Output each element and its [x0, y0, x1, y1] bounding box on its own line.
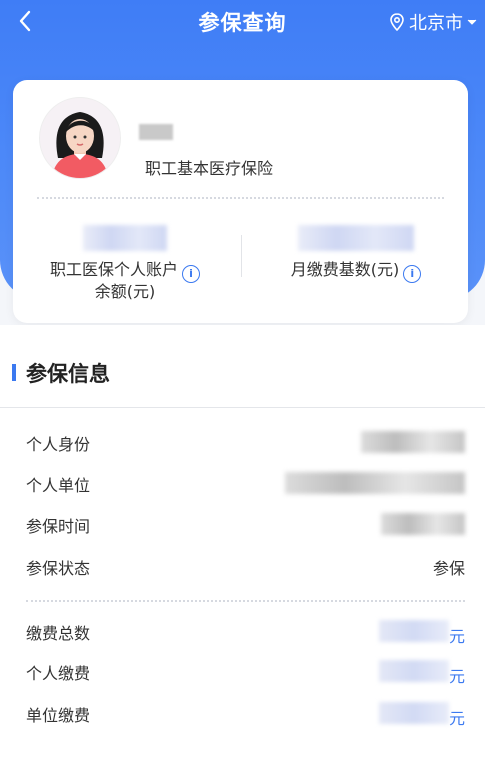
- payment-row-employer: 单位缴费 元: [26, 702, 465, 729]
- avatar-illustration: [40, 98, 120, 178]
- location-pin-icon: [390, 13, 404, 31]
- info-row-insured-date: 参保时间: [26, 513, 465, 537]
- top-bar: 参保查询 北京市: [0, 0, 485, 44]
- insured-date-value-redacted: [381, 513, 465, 539]
- avatar: [39, 97, 121, 179]
- info-icon[interactable]: i: [182, 265, 200, 283]
- total-payment-value: 元: [378, 620, 465, 647]
- account-balance-stat: 职工医保个人账户 i 余额(元): [25, 225, 225, 301]
- monthly-base-value-redacted: [298, 225, 414, 251]
- section-accent-bar: [12, 364, 16, 381]
- chevron-down-icon: [467, 19, 477, 25]
- divider: [26, 600, 465, 602]
- identity-value-redacted: [361, 431, 465, 457]
- info-row-status: 参保状态 参保: [26, 555, 465, 579]
- info-icon[interactable]: i: [403, 265, 422, 283]
- user-name-redacted: [139, 124, 173, 140]
- stat-divider: [241, 235, 242, 277]
- insurance-type: 职工基本医疗保险: [145, 159, 274, 178]
- payment-row-personal: 个人缴费 元: [26, 660, 465, 687]
- info-row-employer: 个人单位: [26, 472, 465, 496]
- monthly-base-label: 月缴费基数(元) i: [256, 261, 456, 283]
- section-title: 参保信息: [26, 362, 110, 386]
- employer-value-redacted: [285, 472, 465, 498]
- account-balance-label: 职工医保个人账户 i 余额(元): [25, 261, 225, 301]
- divider: [37, 197, 444, 199]
- city-selector[interactable]: 北京市: [389, 9, 477, 35]
- info-row-identity: 个人身份: [26, 431, 465, 455]
- payment-row-total: 缴费总数 元: [26, 620, 465, 647]
- section-separator: [0, 407, 485, 408]
- account-balance-value-redacted: [83, 225, 167, 251]
- monthly-base-stat: 月缴费基数(元) i: [256, 225, 456, 283]
- employer-payment-value: 元: [378, 702, 465, 729]
- status-value: 参保: [432, 559, 465, 578]
- personal-payment-value: 元: [378, 660, 465, 687]
- city-label: 北京市: [409, 13, 463, 34]
- insurance-summary-card: 职工基本医疗保险 职工医保个人账户 i 余额(元) 月缴费基数(元) i: [13, 80, 468, 323]
